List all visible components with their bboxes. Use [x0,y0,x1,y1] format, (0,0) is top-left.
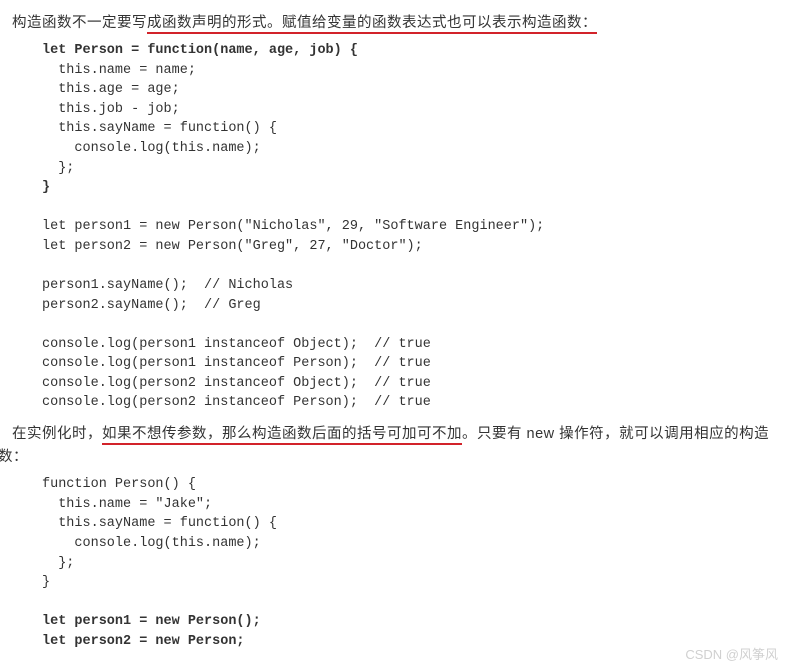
code2-l04: console.log(this.name); [42,536,261,551]
code1-l01: let Person = function(name, age, job) { [42,43,358,58]
code1-l03: this.age = age; [42,82,180,97]
code1-l16: console.log(person1 instanceof Object); … [42,337,431,352]
code1-l05: this.sayName = function() { [42,121,277,136]
code2-l05: }; [42,556,74,571]
code1-l07: }; [42,161,74,176]
code2-l08: let person1 = new Person(); [42,614,261,629]
code2-l02: this.name = "Jake"; [42,497,212,512]
code1-l17: console.log(person1 instanceof Person); … [42,356,431,371]
para1-underlined: 成函数声明的形式。赋值给变量的函数表达式也可以表示构造函数： [147,15,597,34]
code1-l08: } [42,180,50,195]
code1-l13: person1.sayName(); // Nicholas [42,278,293,293]
code1-l11: let person2 = new Person("Greg", 27, "Do… [42,239,423,254]
para2-lead: 在实例化时， [12,426,102,442]
watermark: CSDN @风筝风 [685,644,778,663]
code2-l09: let person2 = new Person; [42,634,245,649]
para2-underlined: 如果不想传参数，那么构造函数后面的括号可加可不加 [102,426,462,445]
code1-l19: console.log(person2 instanceof Person); … [42,395,431,410]
code1-l14: person2.sayName(); // Greg [42,298,261,313]
code1-l10: let person1 = new Person("Nicholas", 29,… [42,219,544,234]
code-block-2: function Person() { this.name = "Jake"; … [42,475,776,651]
code1-l04: this.job - job; [42,102,180,117]
code1-l18: console.log(person2 instanceof Object); … [42,376,431,391]
code2-l01: function Person() { [42,477,196,492]
code-block-1: let Person = function(name, age, job) { … [42,41,776,413]
code2-l03: this.sayName = function() { [42,516,277,531]
paragraph-1: 构造函数不一定要写成函数声明的形式。赋值给变量的函数表达式也可以表示构造函数： [12,12,776,35]
para1-lead: 构造函数不一定要写 [12,15,147,31]
code1-l02: this.name = name; [42,63,196,78]
code1-l06: console.log(this.name); [42,141,261,156]
code2-l06: } [42,575,50,590]
paragraph-2: 在实例化时，如果不想传参数，那么构造函数后面的括号可加可不加。只要有 new 操… [0,423,776,469]
